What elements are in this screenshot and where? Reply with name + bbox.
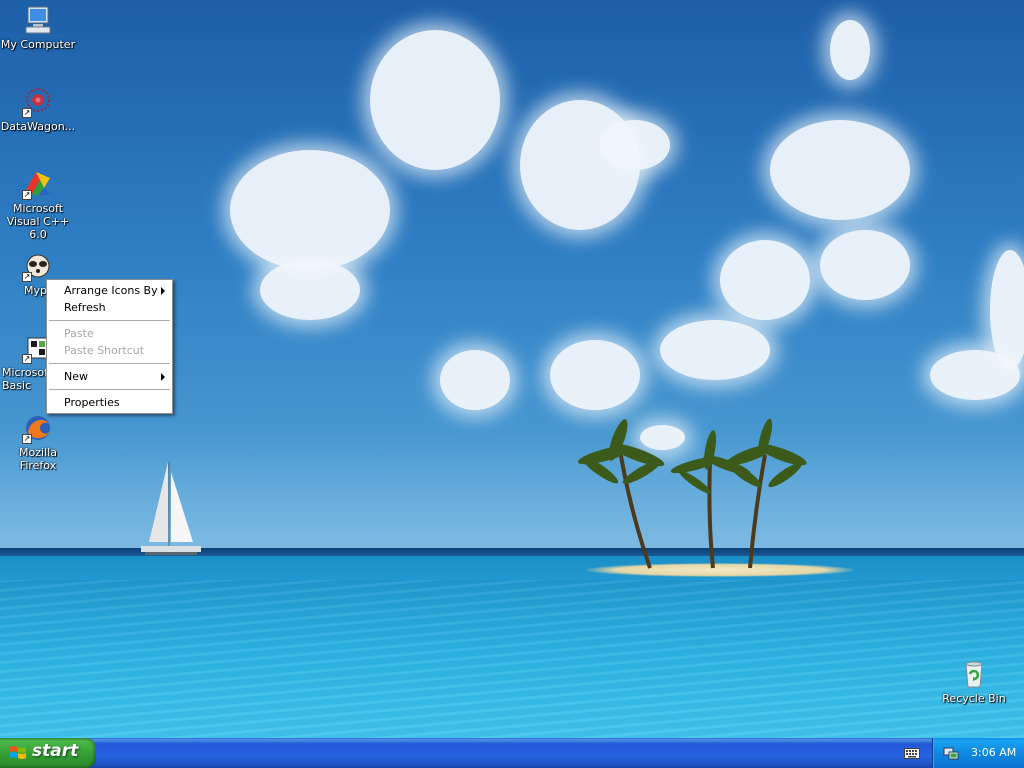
menu-item-label: Paste <box>64 327 94 340</box>
menu-item-label: New <box>64 370 88 383</box>
submenu-arrow-icon <box>161 287 165 295</box>
wallpaper-cloud <box>370 30 500 170</box>
menu-item-new[interactable]: New <box>47 368 172 385</box>
wallpaper-cloud <box>830 20 870 80</box>
wallpaper-cloud <box>930 350 1020 400</box>
menu-item-label: Arrange Icons By <box>64 284 158 297</box>
shortcut-arrow-icon: ↗ <box>22 434 32 444</box>
wallpaper-sailboat <box>141 462 201 555</box>
recycle-bin-icon <box>958 658 990 690</box>
desktop-icon-firefox[interactable]: ↗ Mozilla Firefox <box>0 412 76 472</box>
desktop-icon-recycle-bin[interactable]: Recycle Bin <box>936 658 1012 705</box>
menu-item-paste-shortcut: Paste Shortcut <box>47 342 172 359</box>
taskbar[interactable]: start 3:06 AM <box>0 738 1024 768</box>
desktop-icon-label: My Computer <box>0 38 76 51</box>
start-button[interactable]: start <box>0 738 96 768</box>
wallpaper-cloud <box>440 350 510 410</box>
wallpaper-sea-ripple <box>0 580 1024 738</box>
start-label: start <box>32 741 79 761</box>
menu-item-label: Paste Shortcut <box>64 344 145 357</box>
desktop-icon-label: DataWagon... <box>0 120 76 133</box>
wallpaper-cloud <box>600 120 670 170</box>
shortcut-arrow-icon: ↗ <box>22 190 32 200</box>
menu-item-label: Refresh <box>64 301 106 314</box>
desktop-icon-visual-cpp[interactable]: ↗ Microsoft Visual C++ 6.0 <box>0 168 76 241</box>
desktop-icon-label: Recycle Bin <box>942 692 1006 705</box>
myp-icon: ↗ <box>22 250 54 282</box>
desktop-icon-label: Microsoft Basic <box>2 366 53 392</box>
wallpaper-cloud <box>720 240 810 320</box>
submenu-arrow-icon <box>161 373 165 381</box>
desktop-icon-datawagon[interactable]: ↗ DataWagon... <box>0 86 76 133</box>
wallpaper-cloud <box>230 150 390 270</box>
desktop-icon-my-computer[interactable]: My Computer <box>0 4 76 51</box>
menu-separator <box>49 363 170 364</box>
windows-flag-icon <box>10 746 26 759</box>
wallpaper-cloud <box>820 230 910 300</box>
shortcut-arrow-icon: ↗ <box>22 108 32 118</box>
menu-separator <box>49 389 170 390</box>
monitor-icon <box>22 4 54 36</box>
wallpaper-cloud <box>550 340 640 410</box>
shortcut-arrow-icon: ↗ <box>22 272 32 282</box>
wallpaper-palm-trees <box>577 418 807 569</box>
desktop-icon-label: Microsoft Visual C++ 6.0 <box>6 202 70 241</box>
visual-cpp-icon: ↗ <box>22 168 54 200</box>
desktop-context-menu: Arrange Icons By Refresh Paste Paste Sho… <box>46 279 173 414</box>
wallpaper-cloud <box>260 260 360 320</box>
keyboard-icon[interactable] <box>904 746 920 760</box>
desktop-icon-label: Mozilla Firefox <box>19 446 57 472</box>
menu-separator <box>49 320 170 321</box>
network-icon[interactable] <box>943 745 959 761</box>
menu-item-label: Properties <box>64 396 120 409</box>
menu-item-arrange-icons-by[interactable]: Arrange Icons By <box>47 282 172 299</box>
wallpaper-cloud <box>770 120 910 220</box>
wallpaper-cloud <box>660 320 770 380</box>
taskbar-clock[interactable]: 3:06 AM <box>971 746 1016 759</box>
menu-item-refresh[interactable]: Refresh <box>47 299 172 316</box>
datawagon-icon: ↗ <box>22 86 54 118</box>
desktop-background[interactable]: My Computer ↗ DataWagon... ↗ Microsoft V… <box>0 0 1024 738</box>
system-tray: 3:06 AM <box>932 738 1024 768</box>
firefox-icon: ↗ <box>22 412 54 444</box>
menu-item-properties[interactable]: Properties <box>47 394 172 411</box>
shortcut-arrow-icon: ↗ <box>22 354 32 364</box>
menu-item-paste: Paste <box>47 325 172 342</box>
